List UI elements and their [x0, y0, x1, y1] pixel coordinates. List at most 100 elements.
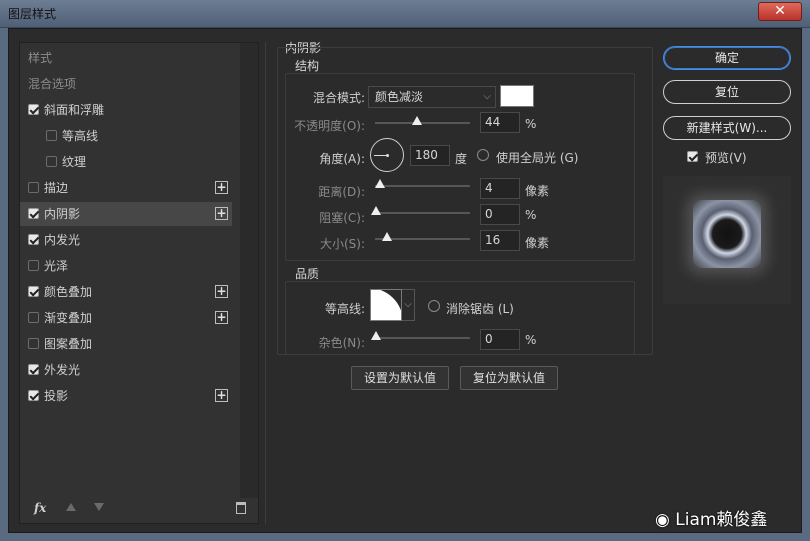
color-overlay-checkbox[interactable]	[28, 286, 39, 297]
preview-label: 预览(V)	[705, 151, 747, 165]
distance-input[interactable]: 4	[480, 178, 520, 199]
stroke-checkbox[interactable]	[28, 182, 39, 193]
title-bar: 图层样式 ✕	[0, 0, 810, 28]
style-item-outer-glow[interactable]: 外发光	[20, 358, 232, 382]
style-item-inner-shadow[interactable]: 内阴影 +	[20, 202, 232, 226]
anti-alias-label: 消除锯齿 (L)	[446, 302, 514, 316]
noise-input[interactable]: 0	[480, 329, 520, 350]
pattern-overlay-label: 图案叠加	[44, 337, 93, 351]
new-style-button[interactable]: 新建样式(W)...	[663, 116, 791, 140]
satin-label: 光泽	[44, 259, 69, 273]
window-title: 图层样式	[8, 7, 57, 21]
preview-thumbnail	[693, 200, 761, 268]
style-item-gradient-overlay[interactable]: 渐变叠加 +	[20, 306, 232, 330]
distance-slider-thumb[interactable]	[375, 179, 385, 188]
panel-divider	[265, 42, 266, 524]
satin-checkbox[interactable]	[28, 260, 39, 271]
chevron-down-icon: ⌵	[483, 91, 491, 102]
choke-input[interactable]: 0	[480, 204, 520, 225]
opacity-label: 不透明度(O):	[294, 119, 365, 133]
style-item-bevel-emboss[interactable]: 斜面和浮雕	[20, 98, 232, 122]
anti-alias-radio[interactable]	[428, 300, 440, 312]
add-gradient-overlay-icon[interactable]: +	[215, 311, 228, 324]
opacity-unit: %	[525, 117, 537, 131]
style-item-contour[interactable]: 等高线	[20, 124, 232, 148]
opacity-slider[interactable]	[375, 116, 470, 125]
distance-label: 距离(D):	[318, 185, 365, 199]
gradient-overlay-checkbox[interactable]	[28, 312, 39, 323]
shadow-color-swatch[interactable]	[500, 85, 534, 107]
angle-dial-center	[386, 154, 389, 157]
style-item-satin[interactable]: 光泽	[20, 254, 232, 278]
close-button[interactable]: ✕	[758, 2, 802, 21]
blend-mode-label: 混合模式:	[312, 91, 365, 105]
styles-footer: fx	[20, 495, 258, 523]
inner-shadow-checkbox[interactable]	[28, 208, 39, 219]
global-light-radio[interactable]	[477, 149, 489, 161]
noise-slider[interactable]	[371, 331, 470, 340]
blend-mode-value: 颜色减淡	[375, 90, 424, 104]
stroke-label: 描边	[44, 181, 69, 195]
distance-slider[interactable]	[375, 179, 470, 188]
add-inner-shadow-icon[interactable]: +	[215, 207, 228, 220]
angle-input[interactable]: 180	[410, 145, 450, 166]
opacity-slider-thumb[interactable]	[412, 116, 422, 125]
make-default-button[interactable]: 设置为默认值	[351, 366, 449, 390]
style-item-pattern-overlay[interactable]: 图案叠加	[20, 332, 232, 356]
style-item-texture[interactable]: 纹理	[20, 150, 232, 174]
noise-label: 杂色(N):	[318, 336, 365, 350]
style-preview	[663, 176, 791, 304]
quality-title: 品质	[295, 267, 320, 281]
styles-header[interactable]: 样式	[20, 46, 232, 70]
angle-dial[interactable]	[370, 138, 404, 172]
blend-mode-select[interactable]: 颜色减淡 ⌵	[368, 86, 496, 108]
style-item-stroke[interactable]: 描边 +	[20, 176, 232, 200]
choke-slider[interactable]	[371, 206, 470, 215]
layer-style-dialog: 样式 混合选项 斜面和浮雕 等高线 纹理 描边 + 内阴影 + 内发光 光泽 颜…	[8, 28, 802, 533]
choke-slider-thumb[interactable]	[371, 206, 381, 215]
preview-checkbox[interactable]	[687, 151, 698, 162]
styles-scrollbar[interactable]	[240, 43, 258, 498]
weibo-icon: ◉	[655, 510, 670, 530]
reset-button[interactable]: 复位	[663, 80, 791, 104]
add-stroke-icon[interactable]: +	[215, 181, 228, 194]
add-drop-shadow-icon[interactable]: +	[215, 389, 228, 402]
trash-icon[interactable]	[236, 502, 246, 514]
choke-unit: %	[525, 208, 537, 222]
distance-unit: 像素	[525, 184, 550, 198]
global-light-label: 使用全局光 (G)	[496, 151, 579, 165]
opacity-input[interactable]: 44	[480, 112, 520, 133]
noise-slider-thumb[interactable]	[371, 331, 381, 340]
style-item-drop-shadow[interactable]: 投影 +	[20, 384, 232, 408]
bevel-emboss-checkbox[interactable]	[28, 104, 39, 115]
blending-options-label: 混合选项	[28, 77, 77, 91]
style-item-inner-glow[interactable]: 内发光	[20, 228, 232, 252]
contour-checkbox[interactable]	[46, 130, 57, 141]
preview-toggle[interactable]: 预览(V)	[687, 149, 787, 165]
add-color-overlay-icon[interactable]: +	[215, 285, 228, 298]
drop-shadow-checkbox[interactable]	[28, 390, 39, 401]
reset-default-button[interactable]: 复位为默认值	[460, 366, 558, 390]
outer-glow-label: 外发光	[44, 363, 81, 377]
ok-button[interactable]: 确定	[663, 46, 791, 70]
contour-preview[interactable]	[370, 289, 402, 321]
styles-list: 样式 混合选项 斜面和浮雕 等高线 纹理 描边 + 内阴影 + 内发光 光泽 颜…	[19, 42, 259, 524]
size-label: 大小(S):	[319, 237, 365, 251]
contour-label: 等高线	[62, 129, 99, 143]
blending-options-item[interactable]: 混合选项	[20, 72, 232, 96]
size-slider[interactable]	[375, 232, 470, 241]
contour-dropdown[interactable]: ⌵	[402, 289, 415, 321]
move-up-icon[interactable]	[66, 503, 76, 511]
outer-glow-checkbox[interactable]	[28, 364, 39, 375]
texture-checkbox[interactable]	[46, 156, 57, 167]
size-input[interactable]: 16	[480, 230, 520, 251]
pattern-overlay-checkbox[interactable]	[28, 338, 39, 349]
choke-label: 阻塞(C):	[319, 211, 365, 225]
inner-glow-label: 内发光	[44, 233, 81, 247]
noise-unit: %	[525, 333, 537, 347]
style-item-color-overlay[interactable]: 颜色叠加 +	[20, 280, 232, 304]
move-down-icon[interactable]	[94, 503, 104, 511]
inner-glow-checkbox[interactable]	[28, 234, 39, 245]
size-slider-thumb[interactable]	[382, 232, 392, 241]
fx-icon[interactable]: fx	[34, 501, 46, 515]
